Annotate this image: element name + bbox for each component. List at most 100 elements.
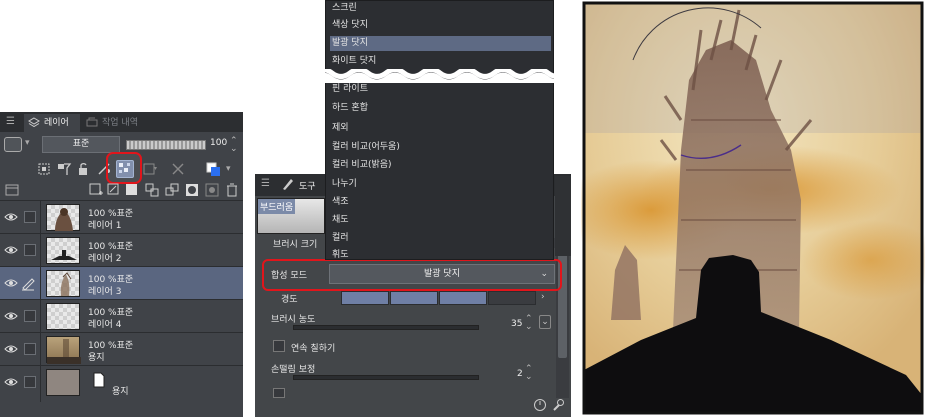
dropdown-item[interactable]: 컬러 xyxy=(330,231,551,246)
chevron-down-icon[interactable]: ▾ xyxy=(226,164,231,174)
panel-menu-icon[interactable] xyxy=(4,182,20,198)
eye-icon[interactable] xyxy=(4,245,18,255)
eye-icon[interactable] xyxy=(4,344,18,354)
layer-row[interactable]: 100 %표준 레이어 1 xyxy=(0,200,243,234)
dropdown-item[interactable]: 색조 xyxy=(330,195,551,210)
trash-icon[interactable] xyxy=(224,182,240,198)
stabilize-label: 손떨림 보정 xyxy=(271,365,316,375)
menu-icon[interactable]: ☰ xyxy=(261,178,270,189)
continuous-label: 연속 칠하기 xyxy=(291,344,336,354)
layer-blend-select[interactable]: 표준 xyxy=(42,136,120,153)
transfer-down-icon[interactable] xyxy=(144,182,160,198)
panel-edge xyxy=(555,176,571,256)
dropdown-item[interactable]: 화이트 닷지 xyxy=(330,54,551,69)
edit-target-checkbox[interactable] xyxy=(24,343,36,355)
layer-row[interactable]: 100 %표준 용지 xyxy=(0,332,243,366)
chevron-down-icon: ⌄ xyxy=(540,269,548,279)
dropdown-item[interactable]: 나누기 xyxy=(330,177,551,192)
dropdown-item[interactable]: 하드 혼합 xyxy=(330,101,551,116)
layer-name: 용지 xyxy=(88,353,105,363)
dropdown-item[interactable]: 컬러 비교(어두움) xyxy=(330,140,551,155)
continuous-checkbox[interactable] xyxy=(273,340,285,352)
dropdown-item[interactable]: 컬러 비교(밝음) xyxy=(330,158,551,173)
hardness-step-4[interactable] xyxy=(488,291,536,305)
stabilize-value[interactable]: 2 xyxy=(517,369,523,379)
dropdown-item-selected[interactable]: 발광 닷지 xyxy=(330,36,551,51)
layer-list: 100 %표준 레이어 1 100 %표준 레이어 2 100 %표준 레이어 … xyxy=(0,200,243,402)
layer-name: 레이어 2 xyxy=(88,254,122,264)
layer-thumbnail xyxy=(46,336,81,364)
hardness-step-2[interactable] xyxy=(390,291,438,305)
artwork xyxy=(561,1,925,415)
color-swatch-toggle[interactable] xyxy=(4,137,22,152)
checkbox[interactable] xyxy=(273,388,285,398)
timer-icon[interactable] xyxy=(533,398,547,412)
eye-icon[interactable] xyxy=(4,212,18,222)
layer-name: 레이어 3 xyxy=(88,287,122,297)
dropdown-item[interactable]: 채도 xyxy=(330,213,551,228)
wrench-icon[interactable] xyxy=(551,398,565,412)
disable-mask-icon[interactable] xyxy=(170,161,186,177)
stabilize-spinner-icon[interactable]: ⌃ ⌄ xyxy=(525,365,533,382)
brush-preset-label: 부드러움 xyxy=(258,199,296,214)
scrollbar-thumb[interactable] xyxy=(558,238,567,358)
eye-icon[interactable] xyxy=(4,278,18,288)
canvas-painting xyxy=(561,0,925,417)
tab-layer[interactable]: 레이어 xyxy=(24,114,80,132)
edit-target-checkbox[interactable] xyxy=(24,310,36,322)
layer-color-icon[interactable] xyxy=(206,161,222,177)
blend-mode-select[interactable]: 발광 닷지 ⌄ xyxy=(329,264,555,284)
layer-row[interactable]: 100 %표준 레이어 4 xyxy=(0,299,243,333)
brush-density-label: 브러시 농도 xyxy=(271,315,316,325)
edit-target-checkbox[interactable] xyxy=(24,376,36,388)
layer-row-paper[interactable]: 용지 xyxy=(0,365,243,402)
density-slider[interactable] xyxy=(293,325,479,330)
hardness-step-3[interactable] xyxy=(439,291,487,305)
lock-layer-icon[interactable] xyxy=(76,161,92,177)
density-value[interactable]: 35 xyxy=(511,319,522,329)
new-raster-layer-icon[interactable] xyxy=(88,182,104,198)
new-folder-icon[interactable] xyxy=(124,182,140,198)
layer-name: 레이어 1 xyxy=(88,221,122,231)
layer-row-selected[interactable]: 100 %표준 레이어 3 xyxy=(0,266,243,300)
eye-icon[interactable] xyxy=(4,311,18,321)
chevron-right-icon[interactable]: › xyxy=(541,292,545,302)
tab-history[interactable]: 작업 내역 xyxy=(82,114,162,132)
density-spinner-icon[interactable]: ⌃ ⌄ xyxy=(525,315,533,332)
edit-target-checkbox[interactable] xyxy=(24,244,36,256)
layer-thumbnail xyxy=(46,204,80,231)
apply-mask-icon[interactable] xyxy=(204,182,220,198)
brush-size-label: 브러시 크기 xyxy=(273,240,318,250)
opacity-spinner-icon[interactable]: ⌃ ⌄ xyxy=(230,137,238,154)
lock-transparency-icon[interactable] xyxy=(56,161,72,177)
hardness-step-1[interactable] xyxy=(341,291,389,305)
dropdown-item[interactable]: 핀 라이트 xyxy=(330,82,551,97)
layer-mask-icon[interactable] xyxy=(184,182,200,198)
stabilize-slider[interactable] xyxy=(293,375,479,380)
edit-target-checkbox[interactable] xyxy=(24,211,36,223)
clip-layer-icon[interactable] xyxy=(36,161,52,177)
mask-icon[interactable] xyxy=(142,161,158,177)
pen-icon xyxy=(22,278,35,291)
dropdown-item[interactable]: 색상 닷지 xyxy=(330,18,551,33)
pressure-toggle-icon[interactable]: ⌄ xyxy=(539,315,551,329)
brush-preview[interactable]: 부드러움 xyxy=(257,198,325,234)
layer-name: 용지 xyxy=(112,387,129,397)
chevron-down-icon[interactable]: ▾ xyxy=(25,138,30,148)
merge-down-icon[interactable] xyxy=(164,182,180,198)
eye-icon[interactable] xyxy=(4,377,18,387)
tab-tool-label[interactable]: 도구 xyxy=(299,179,316,192)
brush-icon xyxy=(283,179,293,190)
blend-mode-value: 발광 닷지 xyxy=(424,269,460,279)
new-vector-layer-icon[interactable] xyxy=(106,182,122,198)
opacity-value[interactable]: 100 xyxy=(210,138,227,148)
dropdown-item[interactable]: 제외 xyxy=(330,121,551,136)
dropdown-item[interactable]: 스크린 xyxy=(330,1,551,16)
layer-action-row xyxy=(0,180,243,200)
tab-layer-label: 레이어 xyxy=(44,118,69,128)
opacity-slider[interactable] xyxy=(126,140,206,150)
layer-row[interactable]: 100 %표준 레이어 2 xyxy=(0,233,243,267)
menu-icon[interactable]: ☰ xyxy=(6,116,15,127)
hardness-label: 경도 xyxy=(281,295,298,305)
dropdown-item[interactable]: 휘도 xyxy=(330,248,551,263)
